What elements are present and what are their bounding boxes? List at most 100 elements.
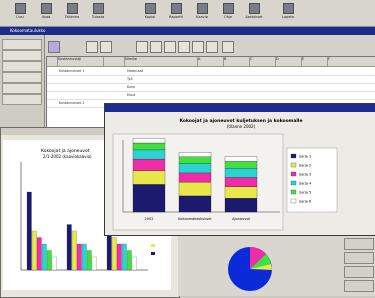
calc-icon[interactable] [150,41,162,53]
legend-label: Sarja 6 [299,200,311,204]
stacked-bar-segment [132,149,166,160]
document-title-bar: Kokoomataulukko [0,27,375,35]
grouped-bar [76,243,82,271]
grouped-bar [31,230,37,271]
grouped-bar [36,237,42,271]
sidebar-row[interactable] [2,83,42,94]
x-tick-label: Ajoneuvot [232,217,250,221]
grouped-bar [26,191,32,271]
grouped-bar [111,237,117,271]
grouped-bar [66,224,72,271]
stacked-bar-segment [132,170,166,185]
stacked-bar-segment [178,163,212,174]
stacked-bar-chart: Kokoojat ja ajoneuvot kuljetuksen ja kok… [112,118,338,231]
toolbar-save-button[interactable]: Tallenna [62,3,82,23]
legend-label: Sarja 5 [299,191,311,195]
legend-swatch [151,244,155,247]
table-row[interactable]: Kustannukset 1 Materiaali [47,68,375,76]
column-header[interactable]: F [328,57,375,67]
document-title: Kokoomataulukko [10,28,46,33]
stacked-bar-segment [132,158,166,171]
stacked-bar-segment [132,138,166,144]
legend-label: Sarja 4 [299,182,312,186]
stacked-bar-segment [132,142,166,151]
grouped-bar [126,250,132,271]
stacked-bar-segment [132,184,166,213]
align-icon[interactable] [100,41,112,53]
open-icon [40,3,52,14]
legend-swatch [290,198,297,204]
stacked-chart-window[interactable]: Kokoojat ja ajoneuvot kuljetuksen ja kok… [104,103,375,236]
toolbar-copy-button[interactable]: Kopioi [140,3,160,23]
report-icon [170,3,182,14]
legend-swatch [290,162,297,168]
export-icon[interactable] [222,41,234,53]
new-icon [14,3,26,14]
select-icon[interactable] [48,41,60,53]
panel-button[interactable] [344,266,374,278]
chart-window-titlebar[interactable] [105,104,375,112]
column-header[interactable] [47,57,58,67]
grouped-bar [46,250,52,271]
toolbar-print-button[interactable]: Tulosta [88,3,108,23]
grouped-bar [106,230,112,271]
toolbar-new-button[interactable]: Uusi [10,3,30,23]
toolbar-open-button[interactable]: Avaa [36,3,56,23]
stacked-bar-segment [178,156,212,164]
stacked-bar-segment [178,195,212,213]
save-icon [66,3,78,14]
sidebar-row[interactable] [2,72,42,83]
column-header[interactable]: A [198,57,224,67]
sidebar-row[interactable] [2,50,42,61]
legend-swatch [290,189,297,195]
sidebar-row[interactable] [2,61,42,72]
column-header[interactable]: C [250,57,276,67]
grouped-bar [131,256,137,271]
stacked-bar-segment [224,161,258,169]
table-row[interactable]: Työ [47,76,375,84]
sum-icon[interactable] [136,41,148,53]
x-tick-label: Kokoomakeskukset [178,217,212,221]
table-row[interactable]: Muut [47,92,375,100]
column-header[interactable]: E [302,57,328,67]
filter-icon[interactable] [178,41,190,53]
column-header[interactable]: B [224,57,250,67]
stacked-bar-segment [224,186,258,199]
insert-icon[interactable] [192,41,204,53]
legend-swatch [290,171,297,177]
exit-icon [282,3,294,14]
copy-icon [144,3,156,14]
toolbar-chart-button[interactable]: Kaavio [192,3,212,23]
legend-swatch [290,180,297,186]
column-header[interactable]: Kustannuslaji [58,57,104,67]
main-toolbar: Uusi Avaa Tallenna Tulosta Kopioi Raport… [0,0,375,27]
legend-label: Sarja 2 [299,164,311,168]
format-icon[interactable] [86,41,98,53]
delete-icon[interactable] [206,41,218,53]
legend-label: Sarja 1 [299,155,311,159]
grouped-bar [41,243,47,271]
stacked-bar-segment [178,172,212,183]
chart-subtitle: (tilanne 2002) [227,124,256,129]
grouped-bar [81,243,87,271]
panel-button[interactable] [344,280,374,292]
legend-swatch [151,252,155,255]
toolbar-help-button[interactable]: Ohje [218,3,238,23]
grouped-bar [86,250,92,271]
row-selector-sidebar [0,35,45,127]
sidebar-row[interactable] [2,94,42,105]
panel-button[interactable] [344,238,374,250]
toolbar-report-button[interactable]: Raportti [166,3,186,23]
panel-button[interactable] [344,252,374,264]
column-header[interactable]: Nimike [125,57,198,67]
table-row[interactable]: Kone [47,84,375,92]
gear-icon [248,3,260,14]
column-header[interactable]: D [276,57,302,67]
column-header[interactable] [104,57,125,67]
grouped-bar [71,230,77,271]
sort-icon[interactable] [164,41,176,53]
toolbar-settings-button[interactable]: Asetukset [244,3,264,23]
grouped-bar [121,243,127,271]
sidebar-row[interactable] [2,39,42,50]
toolbar-exit-button[interactable]: Lopeta [278,3,298,23]
